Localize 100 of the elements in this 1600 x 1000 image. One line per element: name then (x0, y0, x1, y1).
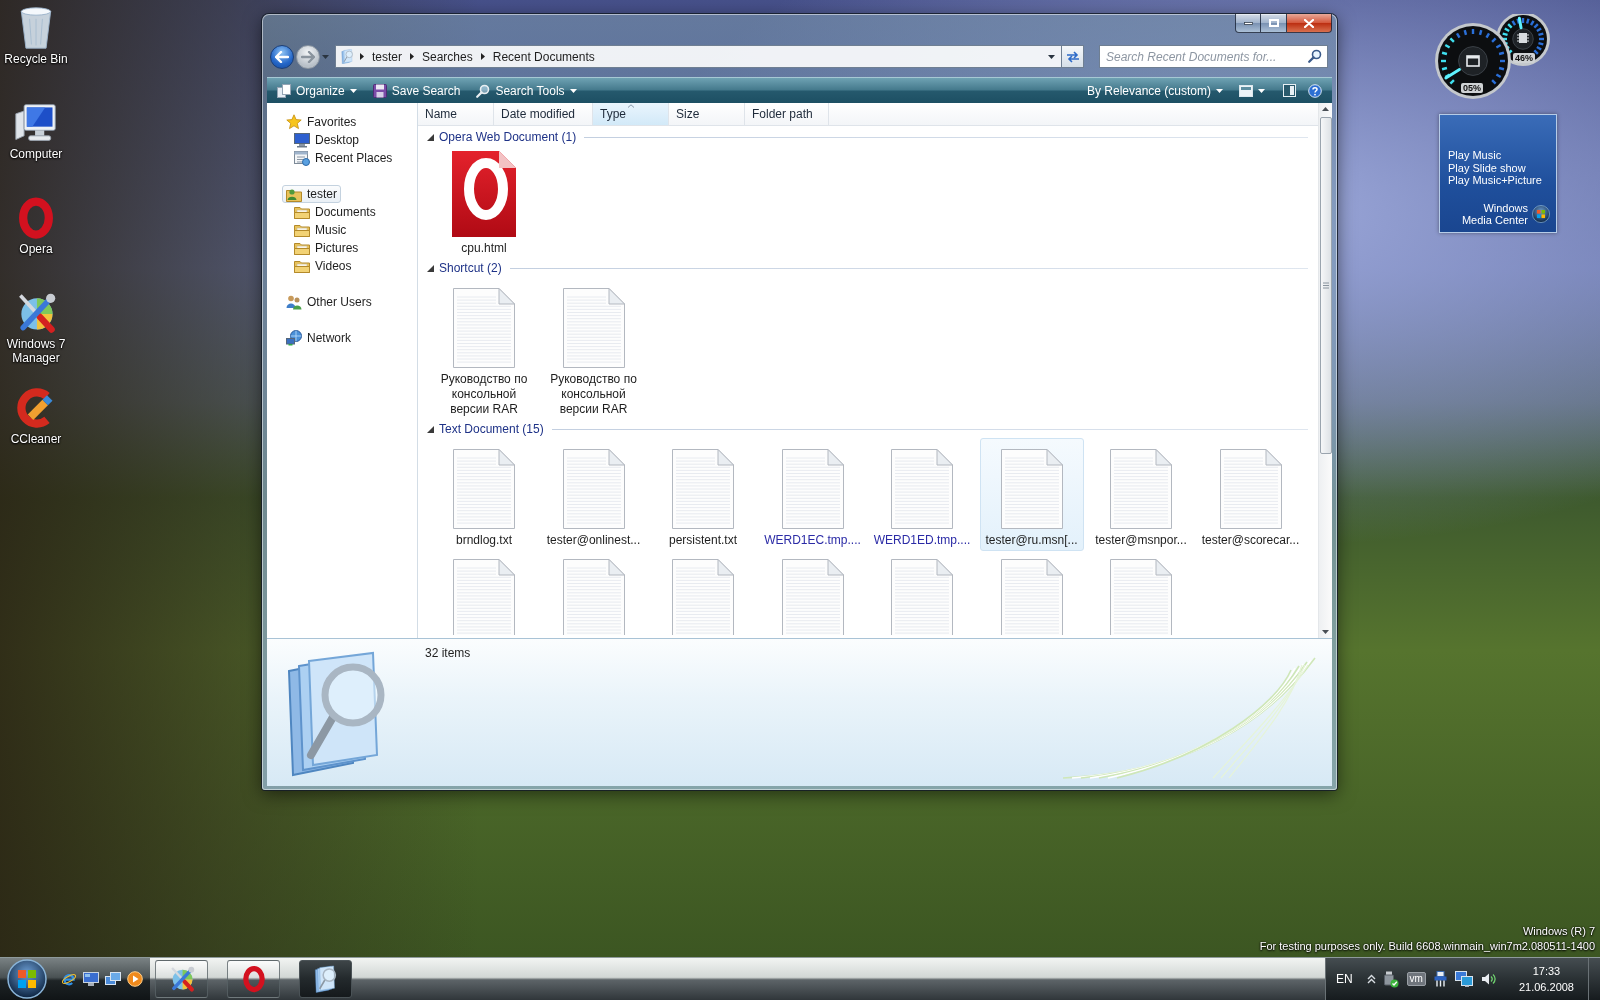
usb-drive-icon[interactable] (1383, 970, 1399, 988)
arrow-up-icon[interactable] (1322, 107, 1329, 111)
folder-icon (294, 204, 310, 220)
taskbar-button[interactable] (299, 960, 352, 998)
star-icon (286, 114, 302, 130)
gadget-link[interactable]: Play Music+Picture (1448, 174, 1542, 187)
product-name: Windows (R) 7 (1522, 924, 1595, 939)
desktop-shortcut[interactable]: Opera (0, 192, 72, 256)
chevron-right-icon[interactable] (410, 53, 414, 60)
preview-pane-icon[interactable] (1283, 84, 1296, 97)
file-item[interactable]: brndlog.txt (432, 438, 536, 551)
play-icon[interactable] (127, 971, 143, 987)
file-item[interactable]: tester@scorecar... (1198, 438, 1303, 551)
text-document-icon (562, 449, 625, 529)
chevron-up-icon[interactable] (1366, 974, 1376, 984)
monitors-icon[interactable] (1454, 971, 1473, 987)
file-item[interactable]: WERD1EC.tmp.... (760, 438, 865, 551)
file-item[interactable]: Руководство по консольной версии RAR (432, 277, 536, 420)
gauge-reading: 46% (1513, 53, 1535, 63)
close-button[interactable] (1287, 14, 1332, 33)
start-button[interactable] (6, 958, 48, 1000)
nav-item[interactable]: Videos (290, 257, 356, 275)
search-folder-icon (313, 965, 338, 993)
window-icon (1466, 55, 1480, 67)
desktop-shortcut[interactable]: Recycle Bin (0, 2, 72, 66)
text-document-icon (1000, 559, 1063, 635)
taskbar-button[interactable] (155, 960, 208, 998)
nav-item[interactable]: Pictures (290, 239, 363, 257)
flag-orb-icon (1532, 205, 1550, 223)
address-field[interactable]: tester Searches Recent Documents (335, 45, 1062, 68)
nav-item[interactable]: Music (290, 221, 351, 239)
nav-item[interactable]: Desktop (290, 131, 364, 149)
window-stack-icon[interactable] (105, 971, 121, 987)
gadget-link[interactable]: Play Music (1448, 149, 1502, 162)
show-desktop-button[interactable] (1588, 958, 1600, 1000)
group-header[interactable]: Text Document (15) (426, 420, 1308, 438)
nav-item[interactable]: tester (282, 185, 341, 203)
caret-icon (1216, 88, 1223, 93)
search-icon[interactable] (1308, 49, 1322, 63)
group-header[interactable]: Opera Web Document (1) (426, 128, 1308, 146)
back-button[interactable] (270, 44, 294, 69)
scrollbar-thumb[interactable] (1319, 117, 1332, 454)
web-page-icon (452, 151, 516, 237)
toolbar-button[interactable]: Organize (271, 79, 363, 102)
search-folder-icon (341, 49, 354, 64)
desktop-shortcut[interactable]: Computer (0, 97, 72, 161)
column-header[interactable]: Type (593, 103, 669, 125)
sort-button[interactable]: By Relevance (custom) (1080, 79, 1229, 102)
breadcrumb[interactable]: Recent Documents (490, 47, 597, 66)
taskbar-button[interactable] (227, 960, 280, 998)
e-logo-icon[interactable] (61, 971, 77, 987)
tray-app-badge[interactable]: vm (1406, 972, 1426, 986)
refresh-button[interactable] (1062, 45, 1084, 68)
monitor-icon[interactable] (83, 971, 99, 987)
expanded-triangle-icon[interactable] (427, 425, 434, 433)
file-item[interactable]: tester@ru.msn[... (979, 438, 1084, 551)
gadget-link[interactable]: Play Slide show (1448, 161, 1526, 174)
text-document-icon (453, 288, 515, 368)
expanded-triangle-icon[interactable] (427, 264, 434, 272)
chevron-right-icon[interactable] (480, 53, 485, 60)
monitor-icon (294, 132, 310, 148)
clock[interactable]: 17:33 21.06.2008 (1518, 963, 1574, 995)
help-icon[interactable] (1308, 83, 1322, 98)
group-header[interactable]: Shortcut (2) (426, 259, 1308, 277)
file-item[interactable]: tester@onlinest... (541, 438, 646, 551)
nav-item[interactable]: Other Users (282, 293, 376, 311)
grip-icon (1322, 282, 1329, 289)
language-indicator[interactable]: EN (1335, 972, 1353, 986)
toolbar-button[interactable]: Save Search (366, 79, 467, 102)
caret-icon[interactable] (1048, 54, 1055, 59)
toolbar-button[interactable]: Search Tools (470, 79, 583, 102)
file-item[interactable]: WERD1ED.tmp.... (870, 438, 974, 551)
desktop-shortcut[interactable]: Windows 7 Manager (0, 287, 72, 365)
speaker-icon[interactable] (1480, 972, 1497, 986)
file-item[interactable]: cpu.html (432, 146, 536, 259)
maximize-button[interactable] (1261, 14, 1287, 33)
breadcrumb[interactable]: Searches (420, 47, 475, 66)
chevron-right-icon[interactable] (360, 53, 364, 60)
chip-icon (1516, 33, 1530, 43)
nav-item[interactable]: Network (282, 329, 355, 347)
file-item[interactable]: Руководство по консольной версии RAR (541, 277, 646, 420)
column-header[interactable]: Size (669, 103, 745, 125)
column-header[interactable]: Folder path (745, 103, 829, 125)
gauge-reading: 05% (1461, 83, 1483, 93)
expanded-triangle-icon[interactable] (427, 133, 434, 141)
nav-item[interactable]: Documents (290, 203, 380, 221)
item-count: 32 items (425, 646, 471, 660)
column-header[interactable]: Name (418, 103, 494, 125)
nav-item[interactable]: Favorites (282, 113, 361, 131)
desktop-shortcut[interactable]: CCleaner (0, 382, 72, 446)
network-icon (286, 330, 302, 346)
minimize-button[interactable] (1235, 14, 1261, 33)
file-item[interactable]: persistent.txt (651, 438, 755, 551)
file-item[interactable]: tester@msnpor... (1089, 438, 1193, 551)
plug-icon[interactable] (1433, 971, 1447, 987)
documents-icon (277, 83, 291, 98)
nav-item[interactable]: Recent Places (290, 149, 397, 167)
arrow-down-icon[interactable] (1322, 630, 1329, 634)
breadcrumb[interactable]: tester (370, 47, 404, 66)
search-field[interactable]: Search Recent Documents for... (1099, 45, 1328, 68)
